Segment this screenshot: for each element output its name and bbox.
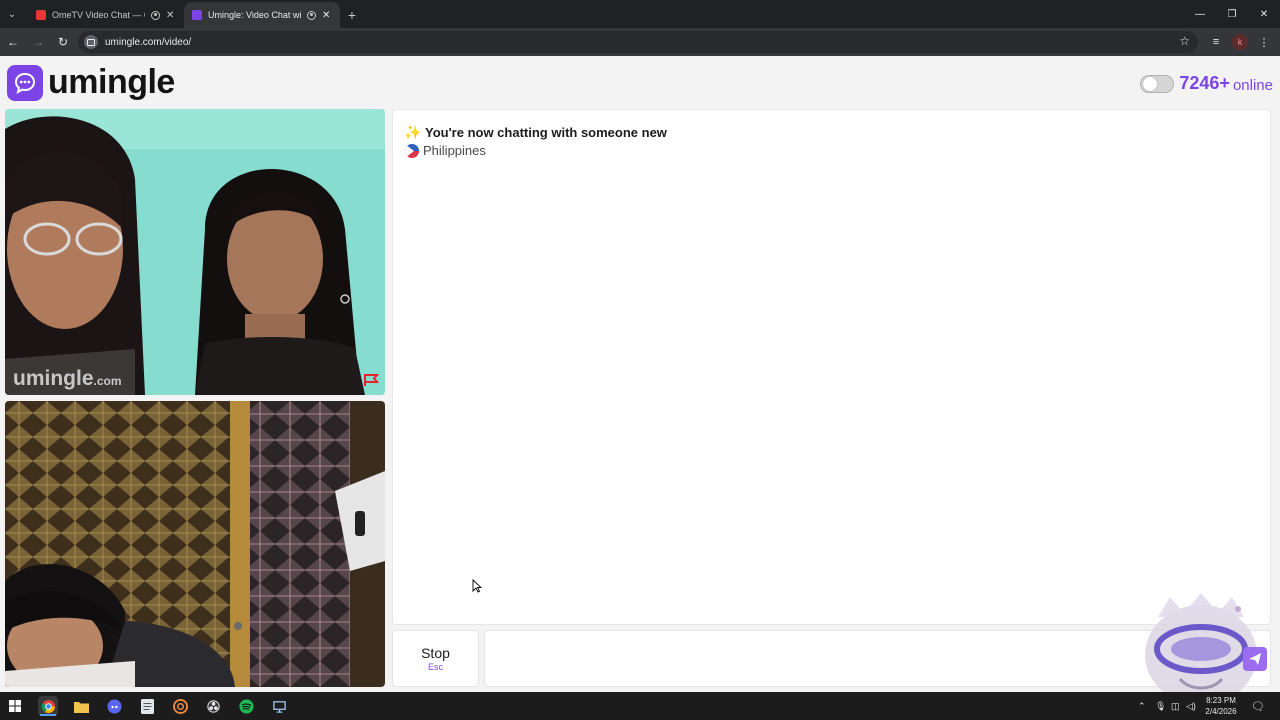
country-text: Philippines <box>423 143 486 158</box>
network-tool-icon[interactable] <box>269 696 289 716</box>
discord-icon[interactable] <box>104 696 124 716</box>
sparkles-icon: ✨ <box>404 123 422 140</box>
remote-video: umingle.com <box>5 109 385 395</box>
spotify-icon[interactable] <box>236 696 256 716</box>
send-button[interactable] <box>1243 647 1267 671</box>
tray-overflow-icon[interactable]: ⌃ <box>1138 692 1146 720</box>
back-icon[interactable]: ← <box>1 28 25 56</box>
stop-shortcut: Esc <box>427 662 443 672</box>
tab-close-icon[interactable]: ✕ <box>166 10 176 21</box>
watermark-text: umingle <box>13 367 94 390</box>
window-controls: — ❐ ✕ <box>1184 0 1280 28</box>
ometv-favicon-icon <box>36 10 46 20</box>
system-message-new-chat: ✨ You're now chatting with someone new <box>404 123 667 140</box>
address-bar[interactable]: umingle.com/video/ ☆ <box>78 31 1198 53</box>
chat-bubble-logo-icon <box>7 64 43 101</box>
browser-toolbar: ← → ↻ umingle.com/video/ ☆ <box>0 28 1280 56</box>
umingle-watermark: umingle.com <box>13 367 122 391</box>
restore-icon[interactable]: ❐ <box>1216 0 1248 28</box>
windows-taskbar: ⌃ 🎙 ◫ ◁) 8:23 PM 2/4/2026 🗨 <box>0 692 1280 720</box>
theme-toggle[interactable] <box>1140 74 1175 93</box>
clock-date: 2/4/2026 <box>1205 707 1237 716</box>
windows-start-icon[interactable] <box>5 696 25 716</box>
profile-button[interactable]: k <box>1229 28 1251 56</box>
media-controls-icon[interactable]: ≡ <box>1205 28 1227 56</box>
tab-umingle[interactable]: Umingle: Video Chat with S ✕ <box>184 2 340 28</box>
recording-indicator-icon <box>151 10 160 20</box>
tab-title: Umingle: Video Chat with S <box>208 10 301 20</box>
online-status: 7246+ online <box>1140 73 1273 94</box>
stop-button[interactable]: Stop Esc <box>392 630 479 687</box>
avatar: k <box>1232 34 1248 50</box>
reload-icon[interactable]: ↻ <box>51 28 75 56</box>
site-info-icon[interactable] <box>84 35 98 49</box>
online-count: 7246+ <box>1179 73 1230 93</box>
notifications-icon[interactable]: 🗨 <box>1251 692 1265 720</box>
new-tab-button[interactable]: + <box>340 2 364 28</box>
tab-ometv[interactable]: OmeTV Video Chat — Ome ✕ <box>28 2 184 28</box>
message-text: You're now chatting with someone new <box>425 124 667 140</box>
umingle-page: umingle 7246+ online umingle.com ✨ You'r… <box>0 57 1280 705</box>
bookmark-star-icon[interactable]: ☆ <box>1179 34 1190 48</box>
microphone-icon[interactable]: 🎙 <box>1155 692 1166 720</box>
site-logo[interactable]: umingle <box>7 63 175 102</box>
tab-title: OmeTV Video Chat — Ome <box>52 10 145 20</box>
browser-tab-bar: ⌄ OmeTV Video Chat — Ome ✕ Umingle: Vide… <box>0 0 1280 28</box>
umingle-favicon-icon <box>192 10 202 20</box>
system-clock[interactable]: 8:23 PM 2/4/2026 <box>1198 695 1244 717</box>
mouse-cursor-icon <box>472 579 482 593</box>
tab-close-icon[interactable]: ✕ <box>322 10 332 21</box>
logo-text: umingle <box>48 63 175 101</box>
local-video-frame <box>5 401 385 687</box>
chat-log: ✨ You're now chatting with someone new P… <box>392 109 1271 625</box>
stop-label: Stop <box>421 645 450 661</box>
send-icon <box>1249 653 1261 665</box>
remote-video-frame <box>5 109 385 395</box>
system-message-country: Philippines <box>405 143 486 158</box>
file-explorer-icon[interactable] <box>71 696 91 716</box>
tab-search-dropdown[interactable]: ⌄ <box>0 0 24 28</box>
online-label: online <box>1232 76 1273 94</box>
watermark-suffix: .com <box>93 374 122 388</box>
report-flag-icon[interactable] <box>363 373 379 387</box>
forward-icon[interactable]: → <box>26 28 50 56</box>
recording-indicator-icon <box>307 10 316 20</box>
notepad-icon[interactable] <box>137 696 157 716</box>
local-video <box>5 401 385 687</box>
active-app-indicator <box>40 714 56 716</box>
philippines-flag-icon <box>405 143 419 158</box>
close-window-icon[interactable]: ✕ <box>1248 0 1280 28</box>
orange-app-icon[interactable] <box>170 696 190 716</box>
browser-menu-icon[interactable]: ⋮ <box>1253 28 1275 56</box>
clock-time: 8:23 PM <box>1206 696 1236 705</box>
network-icon[interactable]: ◫ <box>1171 692 1180 720</box>
url-text: umingle.com/video/ <box>105 36 192 48</box>
volume-icon[interactable]: ◁) <box>1186 692 1196 720</box>
minimize-icon[interactable]: — <box>1184 0 1216 28</box>
obs-icon[interactable] <box>203 696 223 716</box>
chrome-taskbar-icon[interactable] <box>38 696 58 716</box>
